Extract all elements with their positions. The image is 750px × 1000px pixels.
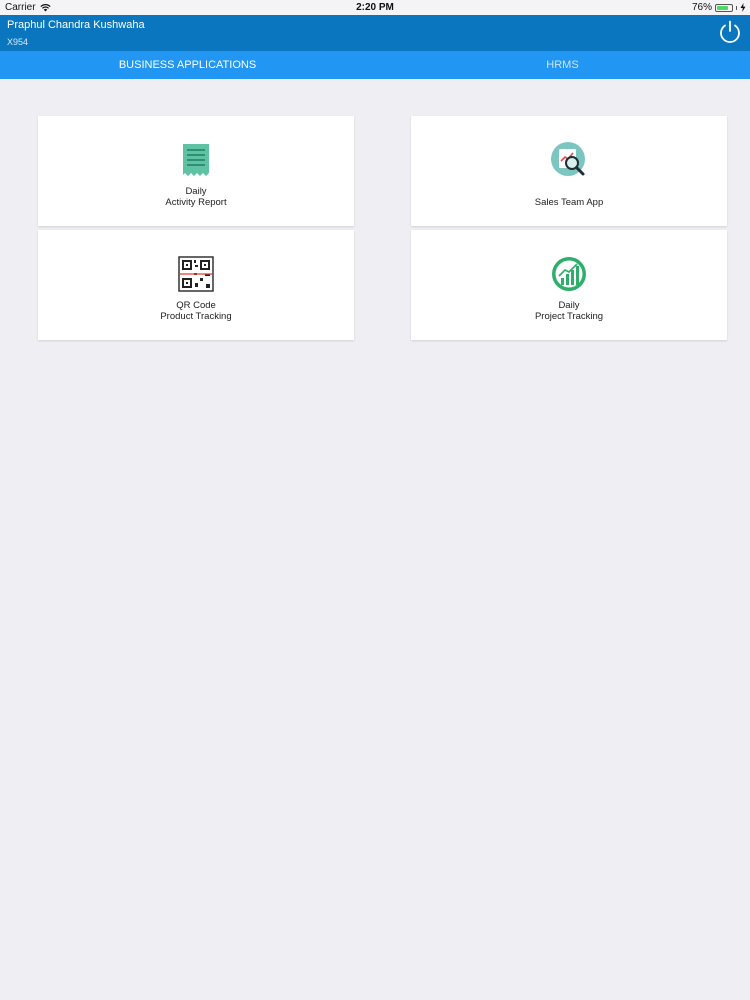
app-card-sales-team-app[interactable]: Sales Team App [411, 116, 727, 226]
status-bar: Carrier 2:20 PM 76% [0, 0, 750, 15]
app-card-label-line2: Project Tracking [534, 311, 604, 322]
battery-percent: 76% [691, 2, 712, 13]
app-card-label-line2: Product Tracking [160, 311, 232, 322]
app-card-qr-code-product-tracking[interactable]: QR Code Product Tracking [38, 230, 354, 340]
qr-code-icon [178, 256, 214, 292]
app-header: Praphul Chandra Kushwaha X954 [0, 15, 750, 51]
sales-analytics-icon [551, 142, 585, 176]
app-card-label-line1: QR Code [176, 300, 216, 311]
status-right: 76% [692, 2, 746, 13]
app-card-label-line1: Daily [558, 300, 580, 311]
app-card-label: QR Code Product Tracking [38, 300, 354, 322]
tab-bar: BUSINESS APPLICATIONS HRMS [0, 51, 750, 79]
charging-icon [740, 3, 746, 12]
battery-fill [717, 5, 728, 10]
battery-tip [736, 5, 737, 10]
tab-hrms[interactable]: HRMS [375, 51, 750, 79]
app-card-daily-project-tracking[interactable]: Daily Project Tracking [411, 230, 727, 340]
tab-business-applications[interactable]: BUSINESS APPLICATIONS [0, 51, 375, 79]
status-time: 2:20 PM [356, 2, 394, 13]
app-card-label-line1: Daily [185, 186, 207, 197]
growth-chart-icon [552, 257, 586, 291]
app-card-label-line2: Activity Report [165, 197, 227, 208]
user-name: Praphul Chandra Kushwaha [7, 19, 145, 31]
app-card-label: Sales Team App [534, 197, 604, 208]
power-icon[interactable] [717, 19, 743, 45]
app-card-label: Daily Activity Report [38, 186, 354, 208]
user-id: X954 [7, 37, 29, 47]
app-card-label: Daily Project Tracking [411, 300, 727, 322]
receipt-icon [183, 144, 209, 176]
app-card-daily-activity-report[interactable]: Daily Activity Report [38, 116, 354, 226]
battery-icon [715, 3, 733, 12]
